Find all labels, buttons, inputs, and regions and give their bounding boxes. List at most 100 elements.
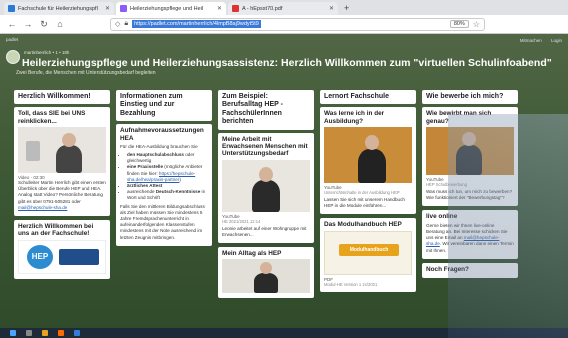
video-thumbnail[interactable] [222,259,310,294]
post-card[interactable]: Meine Arbeit mit Erwachsenen Menschen mi… [218,132,314,244]
browser-tab-3[interactable]: A - hEpsst70.pdf ✕ [228,2,338,15]
post-body: Schulleiter Martin Herrlich gibt einen e… [18,180,106,210]
post-card[interactable]: Mein Alltag als HEP [218,247,314,299]
person-figure [358,149,386,184]
column-welcome: Herzlich Willkommen! Toll, dass SIE bei … [14,90,110,283]
padlet-board: padlet Mitmachen Login martinherrlich • … [0,34,568,338]
person-head [62,133,76,148]
person-figure [56,145,82,174]
post-card[interactable]: Wie bewirbt man sich genau? YouTube HEP … [422,107,518,207]
email-link[interactable]: mail@hepschule-sha.de [18,205,67,210]
list-item: eine Praxisstelle (mögliche Anbieter fin… [127,164,208,183]
login-link[interactable]: Login [551,38,562,43]
lock-icon[interactable]: 🔒︎ [124,20,128,28]
post-body: Für die HEA-Ausbildung brauchen Sie [120,143,198,149]
post-body: Lassen Sie sich mit unserem Handbuch HEP… [324,197,405,209]
column-apply: Wie bewerbe ich mich? Wie bewirbt man si… [422,90,518,282]
requirements-list: den Hauptschulabschluss oder gleichwerti… [120,152,208,202]
browser-tab-2[interactable]: Heilerziehungspflege und Heil ✕ [116,2,226,15]
os-taskbar [0,328,568,338]
tab-title: A - hEpsst70.pdf [242,5,283,12]
list-item: den Hauptschulabschluss oder gleichwerti… [127,152,208,164]
post-card[interactable]: Toll, dass SIE bei UNS reinklicken... Vi… [14,107,110,217]
post-card[interactable]: Noch Fragen? [422,262,518,279]
post-body: Leonie arbeitet auf einer Wohngruppe mit… [222,225,307,237]
logo-badge: HEP [27,244,53,269]
zoom-indicator[interactable]: 80% [449,20,469,28]
post-title: Aufnahmevoraussetzungen HEA [120,127,204,142]
pdf-preview[interactable]: Modulhandbuch [324,230,412,275]
background-object [26,141,40,162]
mail-icon[interactable] [74,330,80,336]
author-line: martinherrlich • 1 • 18h [24,50,70,55]
column-header: Lernort Fachschule [320,90,416,105]
reload-icon[interactable]: ↻ [38,19,50,30]
post-card[interactable]: Das Modulhandbuch HEP Modulhandbuch PDF … [320,218,416,292]
tab-favicon-icon [8,5,15,12]
bookmark-star-icon[interactable]: ☆ [473,20,480,29]
video-thumbnail[interactable] [324,127,412,184]
column-school: Lernort Fachschule Was lerne ich in der … [320,90,416,296]
video-thumbnail[interactable] [222,159,310,212]
back-icon[interactable]: ← [6,19,18,29]
browser-nav-bar: ← → ↻ ⌂ ◇ 🔒︎ https://padlet.com/martinhe… [0,15,568,34]
url-text[interactable]: https://padlet.com/martinherrlich/4lmpB8… [132,20,261,28]
post-card[interactable]: Was lerne ich in der Ausbildung? YouTube… [320,107,416,215]
start-icon[interactable] [10,330,16,336]
video-thumbnail[interactable] [18,127,106,174]
column-info: Informationen zum Einstieg und zur Bezah… [116,90,212,250]
tab-title: Heilerziehungspflege und Heil [130,5,204,12]
post-title: Wie bewirbt man sich genau? [426,110,492,125]
browser-tab-bar: Fachschule für Heilerziehungspfl ✕ Heile… [0,0,568,15]
tab-title: Fachschule für Heilerziehungspfl [18,5,98,12]
post-card[interactable]: Herzlich Willkommen bei uns an der Fachs… [14,220,110,279]
folder-icon[interactable] [42,330,48,336]
video-meta: HE 2021/2021 12:14 [222,218,261,224]
post-body: Gerne bieten wir Ihnen live-online Berat… [426,222,514,253]
browser-icon[interactable] [58,330,64,336]
close-icon[interactable]: ✕ [105,5,110,12]
padlet-top-actions: Mitmachen Login [512,38,562,43]
post-title: Mein Alltag als HEP [222,250,282,258]
column-header: Zum Beispiel: Berufsalltag HEP - Fachsch… [218,90,314,130]
post-title: Herzlich Willkommen bei uns an der Fachs… [18,223,94,238]
post-body: Was muss ich tun, um mich zu bewerben? W… [426,189,513,201]
shield-icon[interactable]: ◇ [115,20,120,28]
tab-favicon-icon [120,5,127,12]
post-title: Meine Arbeit mit Erwachsenen Menschen mi… [222,135,308,158]
post-body-extra: Falls Sie den mittleren Bildungsabschlus… [120,203,205,240]
column-header: Herzlich Willkommen! [14,90,110,105]
tab-favicon-icon [232,5,239,12]
post-title: live online [426,213,458,221]
post-title: Noch Fragen? [426,265,469,273]
new-tab-icon[interactable]: + [344,2,349,15]
close-icon[interactable]: ✕ [217,5,222,12]
close-icon[interactable]: ✕ [329,5,334,12]
post-card[interactable]: live online Gerne bieten wir Ihnen live-… [422,210,518,259]
post-card[interactable]: Aufnahmevoraussetzungen HEA Für die HEA-… [116,124,212,246]
pdf-cover-title: Modulhandbuch [339,243,399,256]
address-bar[interactable]: ◇ 🔒︎ https://padlet.com/martinherrlich/4… [110,17,485,31]
person-figure [456,145,482,176]
post-title: Toll, dass SIE bei UNS reinklicken... [18,110,86,125]
page-title: Heilerziehungspflege und Heilerziehungsa… [22,57,552,69]
join-link[interactable]: Mitmachen [520,38,542,43]
video-thumbnail[interactable] [426,127,514,176]
logo-wordmark [59,248,99,265]
home-icon[interactable]: ⌂ [54,19,66,29]
doc-meta: Modul-HE Version 1 2x/2021 [324,281,378,287]
school-logo: HEP [18,239,106,274]
person-figure [252,179,280,212]
person-head [259,166,273,182]
list-item: ausreichende Deutsch-Kenntnisse in Wort … [127,189,208,201]
person-head [365,135,379,151]
post-title: Was lerne ich in der Ausbildung? [324,110,385,125]
padlet-brand[interactable]: padlet [6,37,18,42]
browser-tab-1[interactable]: Fachschule für Heilerziehungspfl ✕ [4,2,114,15]
column-header: Informationen zum Einstieg und zur Bezah… [116,90,212,122]
forward-icon[interactable]: → [22,19,34,29]
search-icon[interactable] [26,330,32,336]
video-meta: Unterrichtsinhalte in der Ausbildung HEP [324,190,400,196]
column-header: Wie bewerbe ich mich? [422,90,518,105]
person-figure [254,273,278,294]
